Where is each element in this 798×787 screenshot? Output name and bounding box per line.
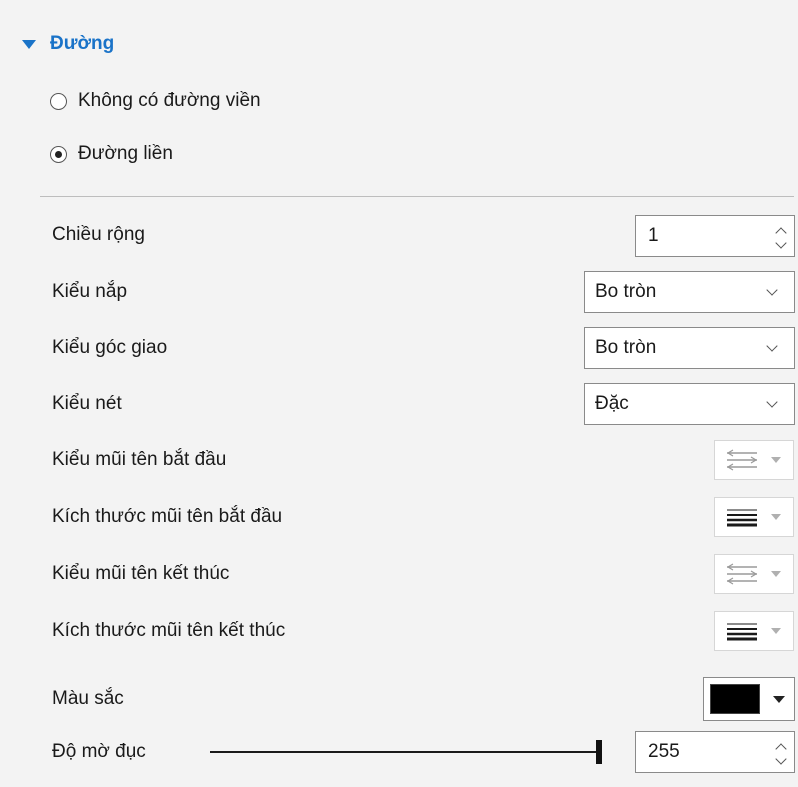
dash-type-value: Đặc	[595, 393, 629, 414]
join-type-label: Kiểu góc giao	[52, 337, 168, 358]
triangle-down-icon	[22, 39, 36, 49]
caret-down-icon	[771, 628, 781, 634]
join-type-select[interactable]: Bo tròn	[584, 327, 795, 369]
slider-thumb[interactable]	[596, 740, 602, 764]
chevron-down-icon	[766, 283, 778, 296]
caret-down-icon	[773, 695, 785, 703]
chevron-down-icon	[766, 395, 778, 408]
arrow-size-icon	[727, 623, 757, 641]
begin-arrow-type-label: Kiểu mũi tên bắt đầu	[52, 449, 227, 470]
cap-type-label: Kiểu nắp	[52, 281, 128, 302]
cap-type-select[interactable]: Bo tròn	[584, 271, 795, 313]
color-swatch	[710, 684, 760, 714]
line-properties-panel: Đường Không có đường viền Đường liền Chi…	[0, 0, 798, 787]
width-value[interactable]: 1	[636, 225, 768, 247]
arrow-style-icon	[726, 449, 758, 471]
caret-down-icon	[771, 571, 781, 577]
begin-arrow-size-dropdown[interactable]	[714, 497, 794, 537]
divider	[40, 196, 794, 197]
arrow-size-icon	[727, 509, 757, 527]
color-picker-dropdown[interactable]	[703, 677, 795, 721]
no-border-radio[interactable]: Không có đường viền	[50, 86, 261, 116]
slider-track[interactable]	[210, 751, 600, 753]
caret-down-icon	[771, 514, 781, 520]
chevron-down-icon[interactable]	[775, 752, 787, 765]
begin-arrow-type-dropdown[interactable]	[714, 440, 794, 480]
opacity-spinbox[interactable]: 255	[635, 731, 795, 773]
end-arrow-size-label: Kích thước mũi tên kết thúc	[52, 620, 286, 641]
caret-down-icon	[771, 457, 781, 463]
cap-type-value: Bo tròn	[595, 281, 657, 302]
dash-type-select[interactable]: Đặc	[584, 383, 795, 425]
width-label: Chiều rộng	[52, 224, 145, 245]
join-type-value: Bo tròn	[595, 337, 657, 358]
chevron-down-icon	[766, 339, 778, 352]
color-label: Màu sắc	[52, 688, 124, 709]
begin-arrow-size-label: Kích thước mũi tên bắt đầu	[52, 506, 283, 527]
end-arrow-type-label: Kiểu mũi tên kết thúc	[52, 563, 230, 584]
opacity-slider[interactable]	[210, 737, 602, 767]
section-title: Đường	[50, 33, 115, 54]
line-section-header[interactable]: Đường	[22, 30, 114, 58]
width-spinbox[interactable]: 1	[635, 215, 795, 257]
end-arrow-type-dropdown[interactable]	[714, 554, 794, 594]
arrow-style-icon	[726, 563, 758, 585]
radio-button-checked[interactable]	[50, 145, 67, 163]
radio-button-unchecked[interactable]	[50, 92, 67, 110]
spin-arrows[interactable]	[768, 216, 794, 256]
end-arrow-size-dropdown[interactable]	[714, 611, 794, 651]
radio-label: Đường liền	[78, 143, 173, 164]
chevron-down-icon[interactable]	[775, 236, 787, 249]
radio-label: Không có đường viền	[78, 90, 261, 111]
opacity-value[interactable]: 255	[636, 741, 768, 763]
dash-type-label: Kiểu nét	[52, 393, 122, 414]
spin-arrows[interactable]	[768, 732, 794, 772]
solid-line-radio[interactable]: Đường liền	[50, 139, 173, 169]
opacity-label: Độ mờ đục	[52, 741, 146, 762]
